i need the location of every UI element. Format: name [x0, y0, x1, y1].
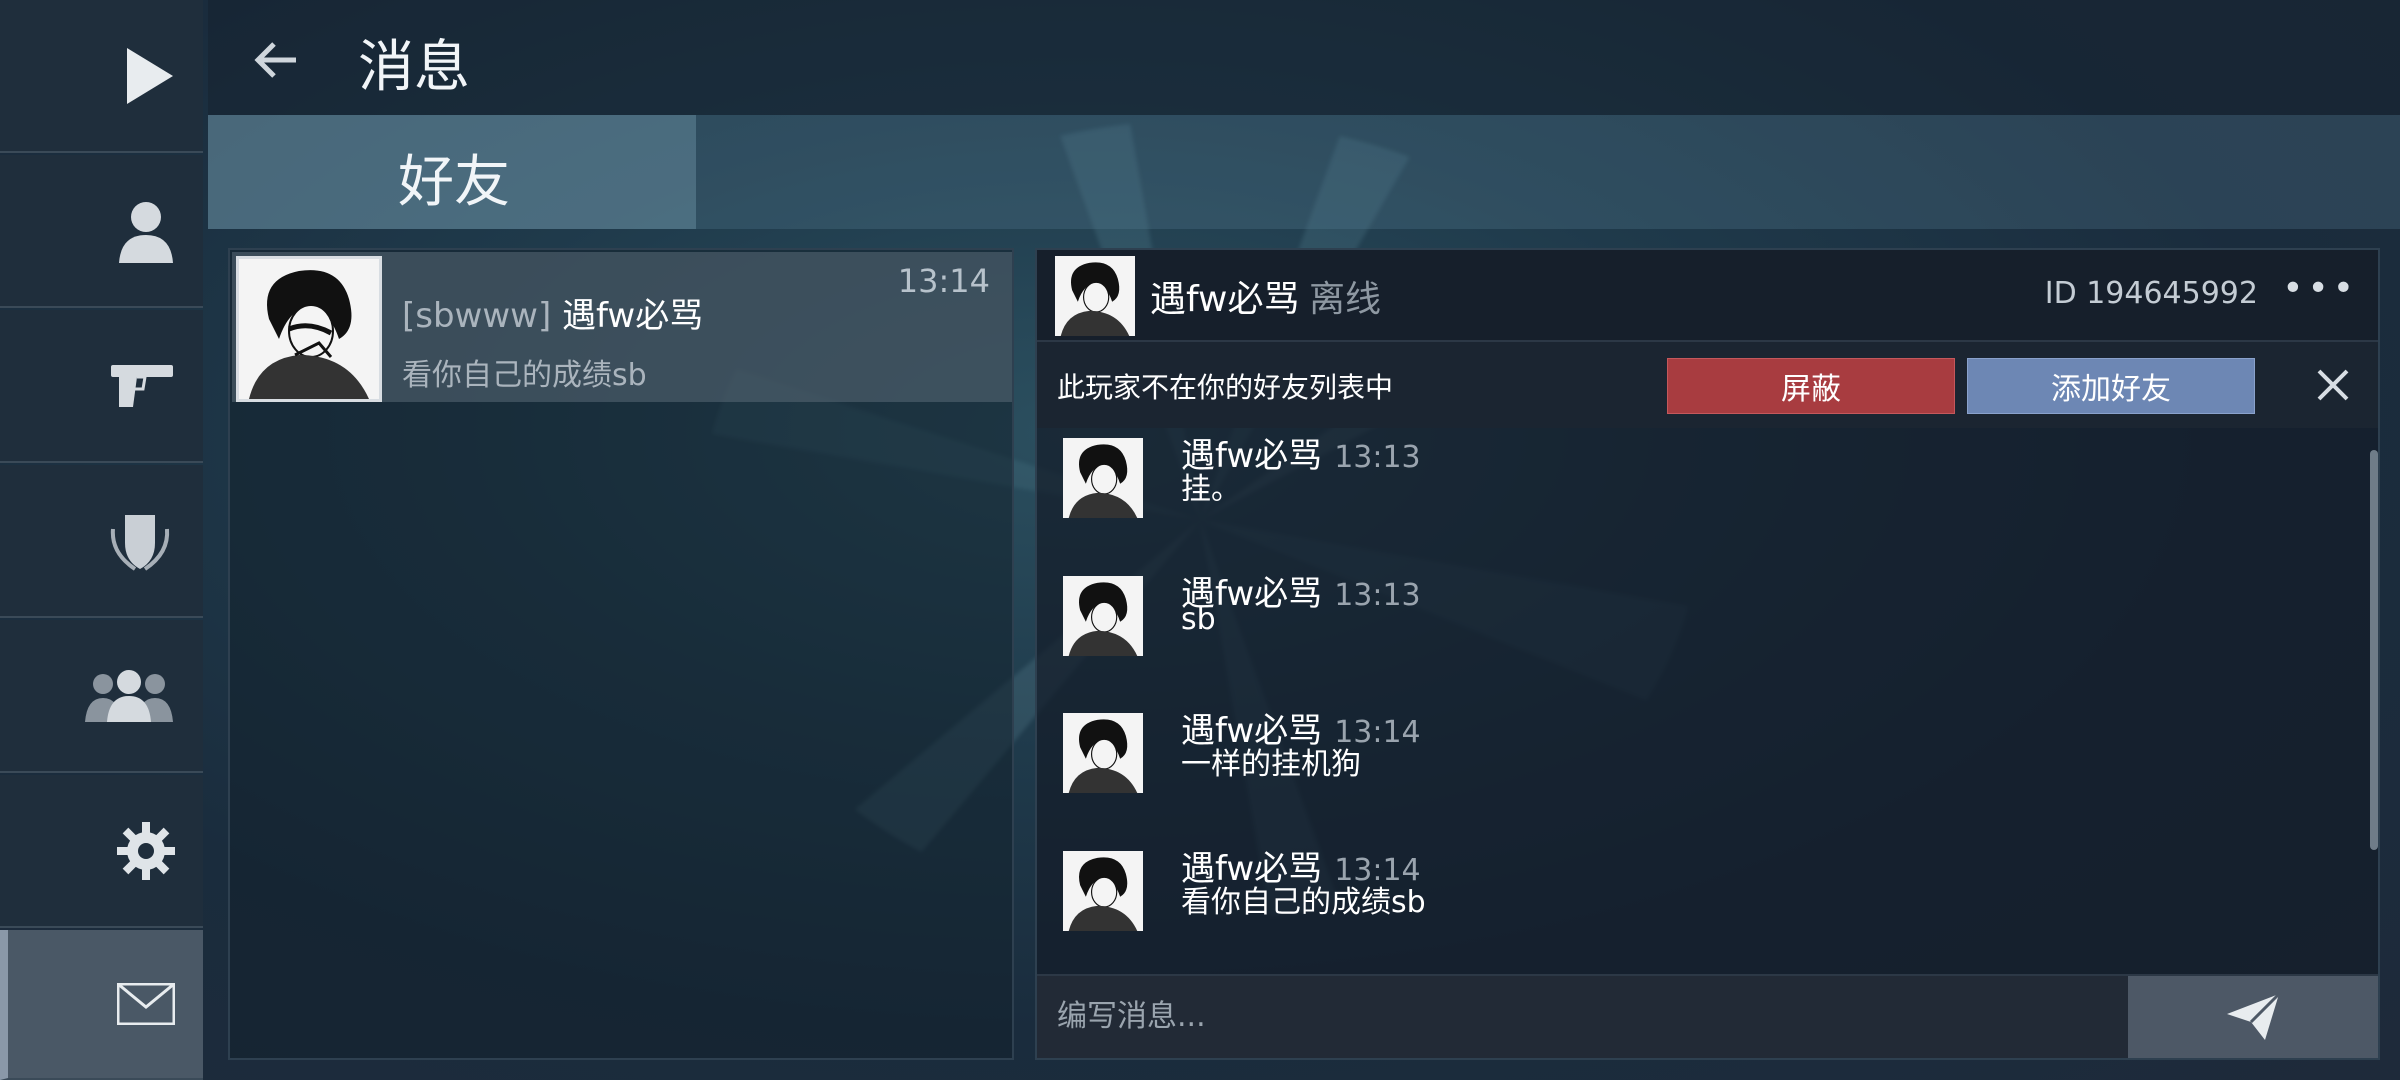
- message-item: 遇fw必骂 13:13 sb: [1057, 566, 2257, 676]
- chat-header: 遇fw必骂 离线 ID 194645992 •••: [1037, 250, 2378, 342]
- profile-icon: [119, 201, 173, 263]
- message-item: 遇fw必骂 13:14 看你自己的成绩sb: [1057, 841, 2257, 951]
- pistol-icon: [111, 364, 173, 407]
- close-icon: [2317, 369, 2349, 401]
- contact-name: 遇fw必骂: [562, 296, 704, 336]
- mail-icon: [117, 983, 175, 1025]
- send-icon: [2227, 992, 2281, 1040]
- message-preview: 看你自己的成绩sb: [402, 358, 647, 393]
- clan-tag: [sbwww]: [402, 296, 552, 336]
- sidebar-item-settings[interactable]: [0, 775, 203, 928]
- shield-icon: [110, 514, 170, 571]
- player-id: ID 194645992: [2044, 276, 2258, 311]
- close-notice-button[interactable]: [2308, 360, 2358, 410]
- message-text: 一样的挂机狗: [1181, 747, 1361, 782]
- avatar: [236, 256, 382, 402]
- page-title: 消息: [358, 35, 470, 100]
- avatar[interactable]: [1063, 576, 1143, 656]
- message-input[interactable]: [1055, 998, 2059, 1035]
- message-text: 看你自己的成绩sb: [1181, 885, 1426, 920]
- message-composer: [1037, 974, 2378, 1058]
- conversation-title: [sbwww] 遇fw必骂: [402, 288, 703, 337]
- sidebar-item-friends[interactable]: [0, 620, 203, 773]
- back-arrow-icon: [254, 42, 296, 78]
- chat-contact-name: 遇fw必骂: [1150, 279, 1300, 320]
- avatar[interactable]: [1063, 438, 1143, 518]
- message-item: 遇fw必骂 13:13 挂。: [1057, 428, 2257, 538]
- chat-panel: 遇fw必骂 离线 ID 194645992 ••• 此玩家不在你的好友列表中 屏…: [1035, 248, 2380, 1060]
- friends-icon: [85, 669, 173, 722]
- message-time: 13:13: [1334, 578, 1421, 613]
- notice-text: 此玩家不在你的好友列表中: [1057, 371, 1394, 404]
- gear-icon: [117, 821, 175, 880]
- avatar[interactable]: [1063, 851, 1143, 931]
- conversation-time: 13:14: [897, 262, 990, 300]
- message-time: 13:13: [1334, 440, 1421, 475]
- back-button[interactable]: [246, 30, 306, 90]
- message-text: 挂。: [1181, 472, 1241, 507]
- sidebar-item-messages[interactable]: [0, 930, 203, 1080]
- message-item: 遇fw必骂 13:14 一样的挂机狗: [1057, 703, 2257, 813]
- not-friend-notice: 此玩家不在你的好友列表中 屏蔽 添加好友: [1037, 342, 2378, 428]
- message-text: sb: [1181, 602, 1216, 637]
- tab-friends-label: 好友: [398, 150, 510, 215]
- block-button[interactable]: 屏蔽: [1667, 358, 1955, 414]
- sidebar-item-weapons[interactable]: [0, 310, 203, 463]
- sidebar-item-play[interactable]: [0, 0, 203, 153]
- message-list: 遇fw必骂 13:13 挂。 遇fw必骂 13:13 sb 遇fw必骂 13:14 一…: [1037, 428, 2378, 978]
- avatar[interactable]: [1055, 256, 1135, 336]
- conversation-list: [sbwww] 遇fw必骂 看你自己的成绩sb 13:14: [228, 248, 1014, 1060]
- top-header: [208, 0, 2400, 115]
- messages-scrollbar[interactable]: [2370, 450, 2378, 850]
- more-options-button[interactable]: •••: [2282, 268, 2358, 309]
- add-friend-button[interactable]: 添加好友: [1967, 358, 2255, 414]
- status-badge: 离线: [1309, 279, 1382, 320]
- sidebar-item-profile[interactable]: [0, 155, 203, 308]
- tab-friends[interactable]: 好友: [208, 115, 696, 229]
- sidebar-nav: [0, 0, 205, 1080]
- avatar[interactable]: [1063, 713, 1143, 793]
- conversation-item[interactable]: [sbwww] 遇fw必骂 看你自己的成绩sb 13:14: [232, 252, 1012, 402]
- send-button[interactable]: [2128, 976, 2378, 1058]
- message-header: 遇fw必骂 13:13: [1181, 566, 1421, 615]
- play-icon: [127, 47, 173, 104]
- sidebar-item-clan[interactable]: [0, 465, 203, 618]
